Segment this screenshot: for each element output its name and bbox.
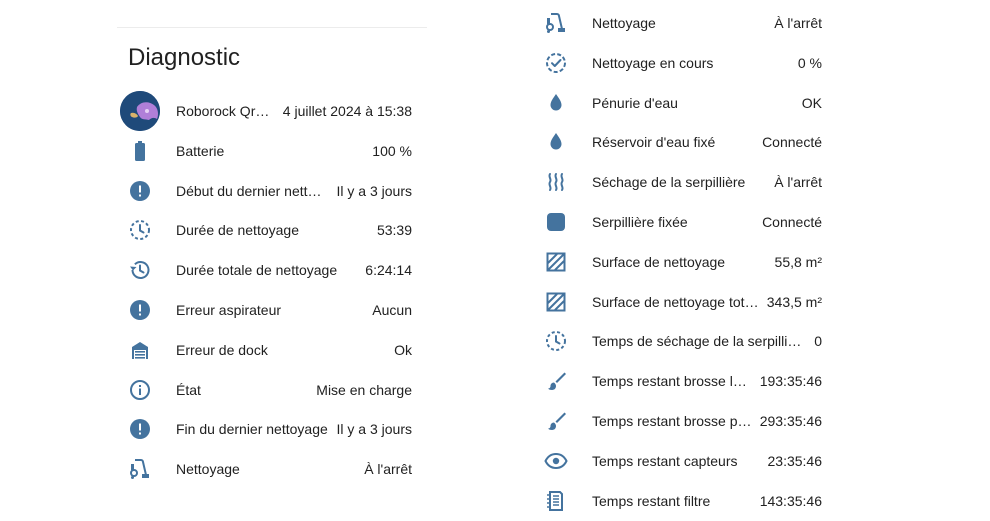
entity-label: Temps de séchage de la serpillière xyxy=(592,333,807,350)
entity-value: 293:35:46 xyxy=(759,413,822,429)
eye-icon xyxy=(536,441,576,481)
entity-value: Mise en charge xyxy=(316,381,412,398)
entity-row-left-4[interactable]: Durée totale de nettoyage 6:24:14 xyxy=(120,250,412,290)
entity-row-right-8[interactable]: Temps de séchage de la serpillière 0 xyxy=(536,321,822,361)
entity-label: Temps restant brosse latérale xyxy=(592,373,752,390)
entity-value: 100 % xyxy=(372,142,412,159)
entity-label: Fin du dernier nettoyage xyxy=(176,421,328,438)
entity-value: OK xyxy=(801,94,822,111)
entity-row-right-1[interactable]: Nettoyage en cours 0 % xyxy=(536,43,822,83)
water-drop-icon xyxy=(536,83,576,123)
entity-label: Séchage de la serpillière xyxy=(592,174,746,191)
entity-label: Surface de nettoyage totale xyxy=(592,293,759,310)
entity-row-right-3[interactable]: Réservoir d'eau fixé Connecté xyxy=(536,122,822,162)
area-hatch-icon xyxy=(536,282,576,322)
robot-avatar xyxy=(120,91,160,131)
entity-row-right-0[interactable]: Nettoyage À l'arrêt xyxy=(536,3,822,43)
entity-value: 55,8 m² xyxy=(774,253,822,270)
area-hatch-icon xyxy=(536,242,576,282)
entity-label: Début du dernier nettoyage xyxy=(176,182,329,199)
entity-row-right-9[interactable]: Temps restant brosse latérale 193:35:46 xyxy=(536,361,822,401)
entity-row-left-6[interactable]: Erreur de dock Ok xyxy=(120,330,412,370)
entity-value: 4 juillet 2024 à 15:38 xyxy=(282,103,412,119)
entity-value: Aucun xyxy=(372,302,412,318)
entity-label: Erreur de dock xyxy=(176,341,268,358)
entity-row-right-6[interactable]: Surface de nettoyage 55,8 m² xyxy=(536,242,822,282)
entity-row-left-3[interactable]: Durée de nettoyage 53:39 xyxy=(120,210,412,250)
entity-row-left-9[interactable]: Nettoyage À l'arrêt xyxy=(120,449,412,489)
alert-circle-icon xyxy=(120,409,160,449)
vacuum-icon xyxy=(536,3,576,43)
info-outline-icon xyxy=(120,370,160,410)
entity-value: 0 xyxy=(814,333,822,350)
entity-value: 143:35:46 xyxy=(759,492,822,509)
entity-value: Connecté xyxy=(762,134,822,151)
entity-row-right-10[interactable]: Temps restant brosse principale 293:35:46 xyxy=(536,401,822,441)
brush-icon xyxy=(536,361,576,401)
entity-value: À l'arrêt xyxy=(364,461,412,478)
entity-value: 193:35:46 xyxy=(759,373,822,390)
brush-icon xyxy=(536,401,576,441)
entity-value: 343,5 m² xyxy=(766,293,822,310)
entity-label: Pénurie d'eau xyxy=(592,94,678,111)
entity-value: 53:39 xyxy=(376,222,412,239)
avatar-cell xyxy=(120,91,160,131)
entity-value: Ok xyxy=(394,341,412,358)
entity-row-left-0[interactable]: Roborock Qrevo 4 juillet 2024 à 15:38 xyxy=(120,91,412,131)
entity-row-left-8[interactable]: Fin du dernier nettoyage Il y a 3 jours xyxy=(120,409,412,449)
entity-label: Serpillière fixée xyxy=(592,214,688,230)
timer-outline-icon xyxy=(536,321,576,361)
progress-check-icon xyxy=(536,43,576,83)
entity-value: Connecté xyxy=(762,214,822,230)
entity-label: Nettoyage xyxy=(176,461,240,478)
entity-value: 0 % xyxy=(797,54,822,71)
entity-value: Il y a 3 jours xyxy=(336,421,412,438)
entity-row-right-7[interactable]: Surface de nettoyage totale 343,5 m² xyxy=(536,282,822,322)
entity-row-right-5[interactable]: Serpillière fixée Connecté xyxy=(536,202,822,242)
entity-label: Réservoir d'eau fixé xyxy=(592,134,716,151)
entity-label: État xyxy=(176,381,201,398)
battery-icon xyxy=(120,131,160,171)
entity-label: Roborock Qrevo xyxy=(176,103,275,119)
card-title: Diagnostic xyxy=(128,44,241,71)
entity-label: Temps restant brosse principale xyxy=(592,413,752,429)
diagnostic-page: Diagnostic Roborock Qrevo 4 juillet 2024 … xyxy=(0,0,990,521)
entity-row-right-4[interactable]: Séchage de la serpillière À l'arrêt xyxy=(536,162,822,202)
entity-value: 6:24:14 xyxy=(365,262,412,279)
garage-icon xyxy=(120,330,160,370)
entity-label: Durée de nettoyage xyxy=(176,222,299,239)
entity-label: Temps restant capteurs xyxy=(592,452,738,469)
heat-waves-icon xyxy=(536,162,576,202)
entity-label: Surface de nettoyage xyxy=(592,253,726,270)
vacuum-icon xyxy=(120,449,160,489)
entity-value: 23:35:46 xyxy=(767,452,823,469)
entity-value: À l'arrêt xyxy=(774,174,822,191)
square-rounded-icon xyxy=(536,202,576,242)
entity-label: Nettoyage xyxy=(592,15,656,31)
entity-row-left-1[interactable]: Batterie 100 % xyxy=(120,131,412,171)
entity-row-right-11[interactable]: Temps restant capteurs 23:35:46 xyxy=(536,441,822,481)
card-divider xyxy=(117,27,427,28)
entity-value: Il y a 3 jours xyxy=(336,182,412,199)
alert-circle-icon xyxy=(120,171,160,211)
water-drop-icon xyxy=(536,122,576,162)
timer-outline-icon xyxy=(120,210,160,250)
history-icon xyxy=(120,250,160,290)
entity-label: Nettoyage en cours xyxy=(592,54,714,71)
entity-label: Erreur aspirateur xyxy=(176,302,282,318)
entity-label: Batterie xyxy=(176,142,225,159)
entity-row-left-7[interactable]: État Mise en charge xyxy=(120,370,412,410)
entity-label: Temps restant filtre xyxy=(592,492,711,509)
entity-row-left-5[interactable]: Erreur aspirateur Aucun xyxy=(120,290,412,330)
entity-row-right-12[interactable]: Temps restant filtre 143:35:46 xyxy=(536,481,822,521)
entity-label: Durée totale de nettoyage xyxy=(176,262,338,279)
entity-row-right-2[interactable]: Pénurie d'eau OK xyxy=(536,83,822,123)
alert-circle-icon xyxy=(120,290,160,330)
air-filter-icon xyxy=(536,481,576,521)
entity-value: À l'arrêt xyxy=(774,15,822,31)
entity-row-left-2[interactable]: Début du dernier nettoyage Il y a 3 jours xyxy=(120,171,412,211)
